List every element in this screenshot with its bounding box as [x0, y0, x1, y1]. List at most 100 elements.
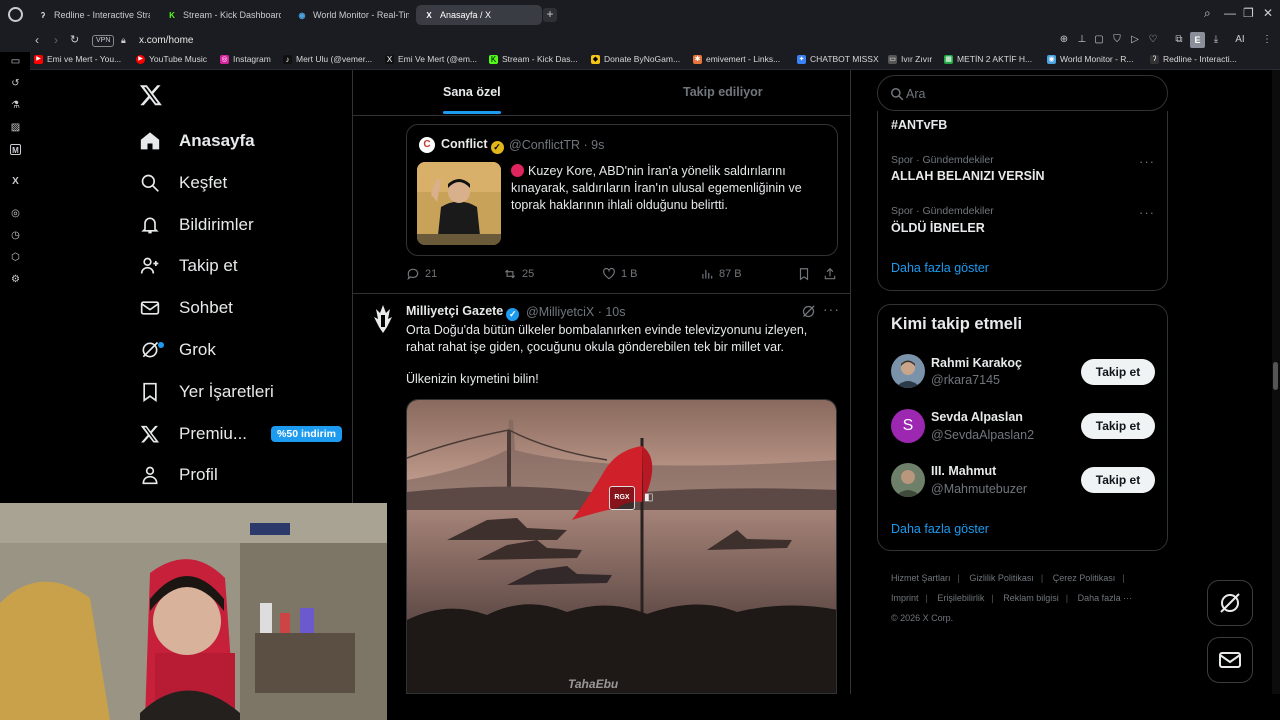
- bookmark-item[interactable]: ▭ Ivır Zıvır: [888, 54, 932, 64]
- nav-grok[interactable]: Grok: [139, 335, 216, 365]
- share-button[interactable]: [823, 267, 837, 281]
- vpn-badge[interactable]: VPN: [92, 35, 115, 47]
- nav-premium[interactable]: Premiu... %50 indirim: [139, 419, 342, 449]
- footer-link[interactable]: Imprint: [891, 593, 919, 603]
- reply-button[interactable]: 21: [406, 267, 437, 281]
- sidebar-m-icon[interactable]: M: [10, 144, 21, 155]
- sidebar-cube-icon[interactable]: ⬡: [10, 252, 21, 263]
- footer-link[interactable]: Gizlilik Politikası: [969, 573, 1034, 583]
- nav-chat[interactable]: Sohbet: [139, 293, 233, 323]
- bookmark-item[interactable]: ◉ World Monitor - R...: [1047, 54, 1134, 64]
- nav-profile[interactable]: Profil: [139, 460, 218, 490]
- sidebar-x-icon[interactable]: X: [10, 176, 21, 187]
- sidebar-speed-dial-icon[interactable]: ▭: [10, 56, 21, 67]
- browser-tab[interactable]: ◉ World Monitor - Real-Tim: [289, 5, 410, 25]
- browser-tab-active[interactable]: X Anasayfa / X: [416, 5, 542, 25]
- follow-show-more-link[interactable]: Daha fazla göster: [891, 522, 989, 536]
- user-avatar[interactable]: [891, 354, 925, 388]
- sidebar-history-icon[interactable]: ↺: [10, 78, 21, 89]
- bookmark-item[interactable]: X Emi Ve Mert (@em...: [385, 54, 477, 64]
- quoted-post-card[interactable]: C Conflict ✓ @ConflictTR · 9s Kuzey Kore,…: [406, 124, 838, 256]
- pin-icon[interactable]: ⊥: [1076, 34, 1088, 46]
- bookmark-item[interactable]: K Stream - Kick Das...: [489, 54, 578, 64]
- grok-fab-button[interactable]: [1207, 580, 1253, 626]
- lock-icon[interactable]: 🔒︎: [121, 35, 126, 46]
- follow-button[interactable]: Takip et: [1081, 467, 1155, 493]
- forward-icon[interactable]: ›: [54, 33, 58, 47]
- tab-following[interactable]: Takip ediliyor: [683, 85, 763, 99]
- post-author-name[interactable]: Milliyetçi Gazete ✓: [406, 304, 520, 321]
- bookmark-item[interactable]: ʔ Redline - Interacti...: [1150, 54, 1237, 64]
- back-icon[interactable]: ‹: [35, 33, 39, 47]
- trend-title[interactable]: ÖLDÜ İBNELER: [891, 221, 985, 235]
- pip-icon[interactable]: ◧: [644, 492, 658, 504]
- search-box[interactable]: [877, 75, 1168, 111]
- footer-link[interactable]: Hizmet Şartları: [891, 573, 951, 583]
- zoom-icon[interactable]: ⊕: [1058, 34, 1070, 46]
- close-window-icon[interactable]: ✕: [1263, 6, 1273, 20]
- nav-home[interactable]: Anasayfa: [139, 126, 255, 156]
- extensions-icon[interactable]: ⧉: [1173, 34, 1185, 46]
- footer-link[interactable]: Reklam bilgisi: [1003, 593, 1059, 603]
- restore-icon[interactable]: ❐: [1243, 6, 1254, 20]
- profile-avatar[interactable]: E: [1190, 32, 1205, 48]
- bookmark-item[interactable]: ◆ Donate ByNoGam...: [591, 54, 680, 64]
- more-options-icon[interactable]: ···: [823, 301, 840, 317]
- footer-link[interactable]: Çerez Politikası: [1053, 573, 1116, 583]
- bookmark-post-button[interactable]: [797, 267, 811, 281]
- bookmark-item[interactable]: ▶ Emi ve Mert - You...: [34, 54, 121, 64]
- nav-follow[interactable]: Takip et: [139, 251, 238, 281]
- user-name[interactable]: III. Mahmut: [931, 464, 996, 478]
- bookmark-item[interactable]: ♪ Mert Ulu (@vemer...: [283, 54, 372, 64]
- user-avatar[interactable]: [891, 463, 925, 497]
- bookmark-item[interactable]: ◎ Instagram: [220, 54, 271, 64]
- post-author-avatar[interactable]: [370, 303, 396, 335]
- tab-for-you[interactable]: Sana özel: [443, 85, 501, 99]
- grok-explain-icon[interactable]: [801, 304, 816, 319]
- post-media-image[interactable]: [406, 399, 837, 694]
- nav-explore[interactable]: Keşfet: [139, 168, 227, 198]
- snapshot-icon[interactable]: ▢: [1093, 34, 1105, 46]
- menu-icon[interactable]: ⋮: [1261, 34, 1273, 46]
- sidebar-aria-icon[interactable]: ◎: [10, 208, 21, 219]
- heart-icon[interactable]: ♡: [1147, 34, 1159, 46]
- reload-icon[interactable]: ↻: [70, 33, 79, 46]
- shield-icon[interactable]: ⛉: [1111, 34, 1123, 46]
- trend-more-icon[interactable]: ···: [1139, 205, 1155, 220]
- scrollbar-thumb[interactable]: [1273, 362, 1278, 390]
- bookmark-item[interactable]: ▦ METİN 2 AKTİF H...: [944, 54, 1032, 64]
- bookmark-item[interactable]: ✦ CHATBOT MISSX: [797, 54, 879, 64]
- user-name[interactable]: Rahmi Karakoç: [931, 356, 1022, 370]
- follow-button[interactable]: Takip et: [1081, 413, 1155, 439]
- bookmark-item[interactable]: ✱ emivemert - Links...: [693, 54, 780, 64]
- quote-thumbnail[interactable]: [417, 162, 501, 245]
- download-icon[interactable]: ⤓: [1210, 34, 1222, 46]
- browser-tab[interactable]: K Stream - Kick Dashboard: [159, 5, 281, 25]
- x-logo-icon[interactable]: [139, 82, 163, 114]
- user-avatar[interactable]: S: [891, 409, 925, 443]
- tab-search-icon[interactable]: ⌕: [1204, 6, 1211, 21]
- browser-tab[interactable]: ʔ Redline - Interactive Strate: [30, 5, 150, 25]
- rgx-overlay-badge[interactable]: RGX: [609, 486, 635, 510]
- opera-logo-icon[interactable]: [8, 7, 23, 22]
- footer-link[interactable]: Erişilebilirlik: [937, 593, 984, 603]
- minimize-icon[interactable]: —: [1224, 6, 1236, 20]
- trend-title[interactable]: ALLAH BELANIZI VERSİN: [891, 169, 1044, 183]
- views-button[interactable]: 87 B: [700, 267, 742, 281]
- trends-show-more-link[interactable]: Daha fazla göster: [891, 261, 989, 275]
- user-name[interactable]: Sevda Alpaslan: [931, 410, 1023, 424]
- messages-fab-button[interactable]: [1207, 637, 1253, 683]
- search-input[interactable]: [906, 85, 1146, 103]
- nav-notifications[interactable]: Bildirimler: [139, 210, 254, 240]
- trend-more-icon[interactable]: ···: [1139, 154, 1155, 169]
- sidebar-settings-icon[interactable]: ⚙: [10, 274, 21, 285]
- sidebar-extension-icon[interactable]: ⚗: [10, 100, 21, 111]
- bookmark-item[interactable]: ▶ YouTube Music: [136, 54, 207, 64]
- nav-bookmarks[interactable]: Yer İşaretleri: [139, 377, 274, 407]
- sidebar-clock-icon[interactable]: ◷: [10, 230, 21, 241]
- play-icon[interactable]: ▷: [1129, 34, 1141, 46]
- url-field[interactable]: x.com/home: [139, 35, 193, 46]
- ai-button[interactable]: AI: [1230, 34, 1250, 46]
- trend-title[interactable]: #ANTvFB: [891, 118, 947, 132]
- like-button[interactable]: 1 B: [602, 267, 638, 281]
